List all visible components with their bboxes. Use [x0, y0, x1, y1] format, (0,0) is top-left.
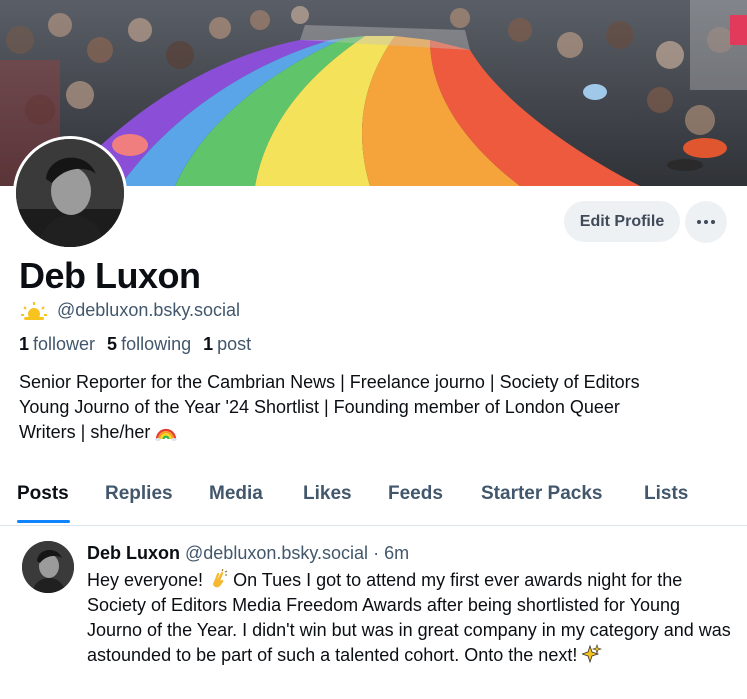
post-author-avatar[interactable] — [22, 541, 74, 593]
post-author-handle[interactable]: @debluxon.bsky.social — [185, 543, 368, 563]
active-tab-indicator — [17, 520, 70, 523]
rainbow-emoji — [155, 428, 178, 441]
followers-stat[interactable]: 1 follower — [19, 334, 95, 355]
bio-line: Writers | she/her — [19, 420, 719, 445]
tab-lists[interactable]: Lists — [644, 483, 688, 505]
post-text: Hey everyone! On Tues I got to attend my… — [87, 569, 731, 665]
post-meta-separator: · — [368, 543, 385, 563]
tab-replies[interactable]: Replies — [105, 483, 173, 505]
profile-bio: Senior Reporter for the Cambrian News | … — [19, 370, 719, 445]
tab-feeds[interactable]: Feeds — [388, 483, 443, 505]
sparkles-emoji — [582, 644, 603, 664]
edit-profile-button[interactable]: Edit Profile — [564, 201, 680, 242]
post-author-name[interactable]: Deb Luxon — [87, 543, 180, 563]
tab-likes[interactable]: Likes — [303, 483, 352, 505]
profile-avatar[interactable] — [13, 136, 127, 250]
profile-handle: @debluxon.bsky.social — [57, 300, 241, 320]
posts-stat: 1 post — [203, 334, 252, 354]
tab-media[interactable]: Media — [209, 483, 263, 505]
profile-tabs: Posts Replies Media Likes Feeds Starter … — [0, 470, 747, 526]
post-avatar-photo — [22, 541, 74, 593]
profile-handle-row: @debluxon.bsky.social — [19, 300, 240, 321]
bio-line: Senior Reporter for the Cambrian News | … — [19, 372, 640, 392]
more-options-button[interactable] — [685, 201, 727, 243]
profile-stats: 1 follower 5 following 1 post — [19, 334, 263, 355]
tab-posts[interactable]: Posts — [17, 483, 69, 505]
avatar-photo — [16, 139, 124, 247]
sun-behind-cloud-emoji — [21, 301, 47, 320]
ellipsis-icon — [697, 220, 701, 224]
clapping-hands-emoji — [213, 569, 228, 588]
tab-starter-packs[interactable]: Starter Packs — [481, 483, 602, 505]
post-timestamp[interactable]: 6m — [384, 543, 409, 563]
following-stat[interactable]: 5 following — [107, 334, 191, 355]
bio-line: Young Journo of the Year '24 Shortlist |… — [19, 397, 620, 417]
post-header: Deb Luxon @debluxon.bsky.social · 6m — [87, 543, 409, 564]
profile-display-name: Deb Luxon — [19, 255, 201, 296]
